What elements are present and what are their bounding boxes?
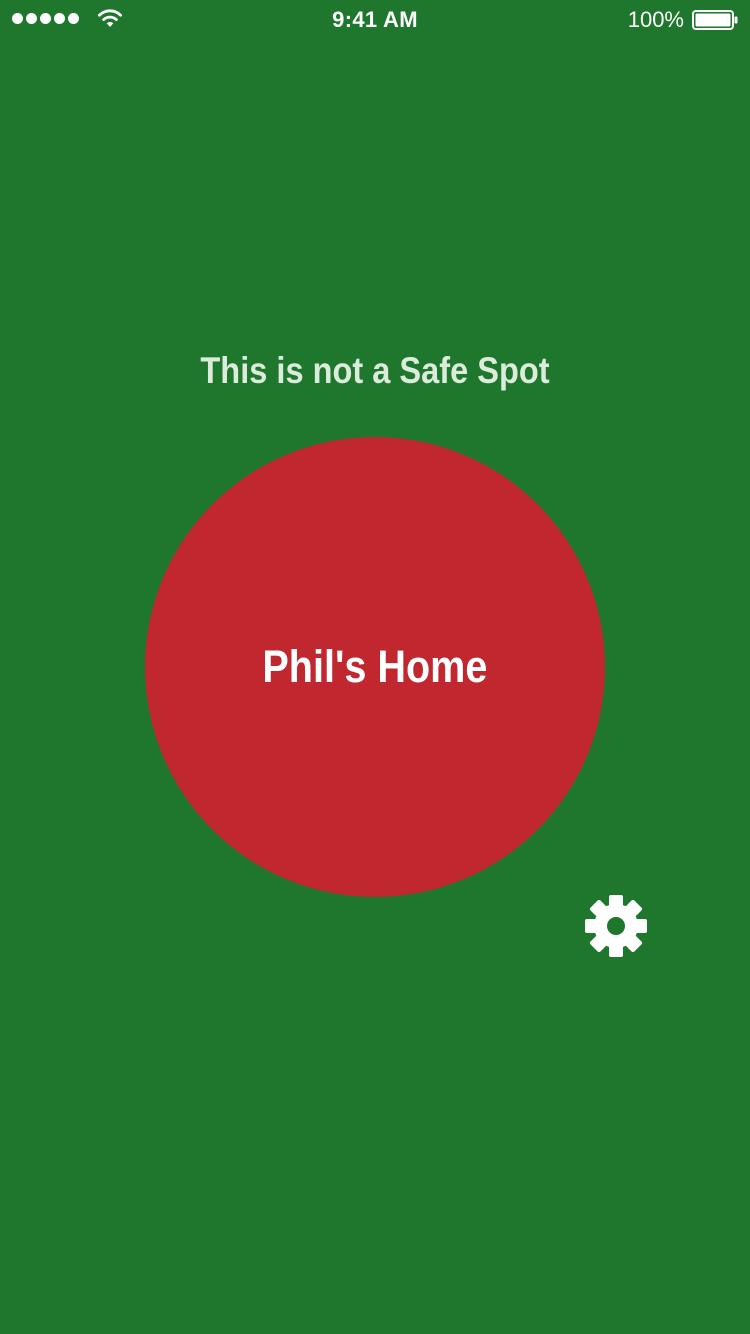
place-button[interactable]: Phil's Home — [145, 437, 605, 897]
status-bar: 9:41 AM 100% — [0, 0, 750, 40]
battery-icon — [692, 10, 738, 30]
gear-icon[interactable] — [584, 894, 648, 958]
place-label: Phil's Home — [262, 641, 488, 692]
app-screen: 9:41 AM 100% This is not a Safe Spot Phi… — [0, 0, 750, 1334]
safe-spot-status-message: This is not a Safe Spot — [200, 350, 550, 391]
battery-percent: 100% — [627, 7, 684, 32]
